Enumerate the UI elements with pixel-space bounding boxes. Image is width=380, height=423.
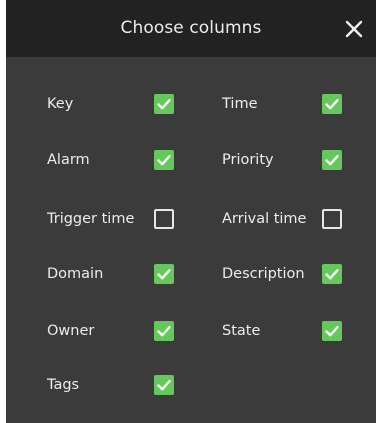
dialog-title: Choose columns	[120, 18, 262, 38]
column-row: Key Time	[6, 90, 376, 118]
dialog-body: Key Time Alarm Priority Trigger time Arr…	[6, 57, 376, 423]
column-label-arrival-time: Arrival time	[222, 211, 307, 227]
column-label-key: Key	[47, 96, 74, 112]
column-label-alarm: Alarm	[47, 152, 90, 168]
column-label-owner: Owner	[47, 323, 95, 339]
checkbox-arrival-time[interactable]	[322, 209, 342, 229]
checkbox-priority[interactable]	[322, 150, 342, 170]
checkbox-trigger-time[interactable]	[154, 209, 174, 229]
checkmark-icon	[325, 98, 339, 110]
column-label-domain: Domain	[47, 266, 104, 282]
checkmark-icon	[325, 154, 339, 166]
checkbox-time[interactable]	[322, 94, 342, 114]
column-label-state: State	[222, 323, 261, 339]
close-icon	[345, 20, 363, 38]
column-label-trigger-time: Trigger time	[47, 211, 135, 227]
checkbox-key[interactable]	[154, 94, 174, 114]
checkbox-description[interactable]	[322, 264, 342, 284]
checkmark-icon	[157, 379, 171, 391]
column-row: Domain Description	[6, 260, 376, 288]
choose-columns-dialog: Choose columns Key Time Alarm Priority T…	[0, 0, 380, 423]
column-row: Trigger time Arrival time	[6, 205, 376, 233]
checkmark-icon	[157, 98, 171, 110]
column-label-time: Time	[222, 96, 258, 112]
checkbox-tags[interactable]	[154, 375, 174, 395]
checkmark-icon	[157, 268, 171, 280]
column-row: Alarm Priority	[6, 146, 376, 174]
column-label-description: Description	[222, 266, 305, 282]
dialog-header: Choose columns	[6, 0, 376, 57]
checkbox-state[interactable]	[322, 321, 342, 341]
checkmark-icon	[157, 325, 171, 337]
column-row: Owner State	[6, 317, 376, 345]
checkmark-icon	[325, 325, 339, 337]
checkmark-icon	[157, 154, 171, 166]
checkmark-icon	[325, 268, 339, 280]
close-button[interactable]	[340, 15, 368, 43]
column-label-tags: Tags	[47, 377, 80, 393]
checkbox-alarm[interactable]	[154, 150, 174, 170]
column-row: Tags	[6, 371, 376, 399]
checkbox-owner[interactable]	[154, 321, 174, 341]
column-label-priority: Priority	[222, 152, 274, 168]
checkbox-domain[interactable]	[154, 264, 174, 284]
